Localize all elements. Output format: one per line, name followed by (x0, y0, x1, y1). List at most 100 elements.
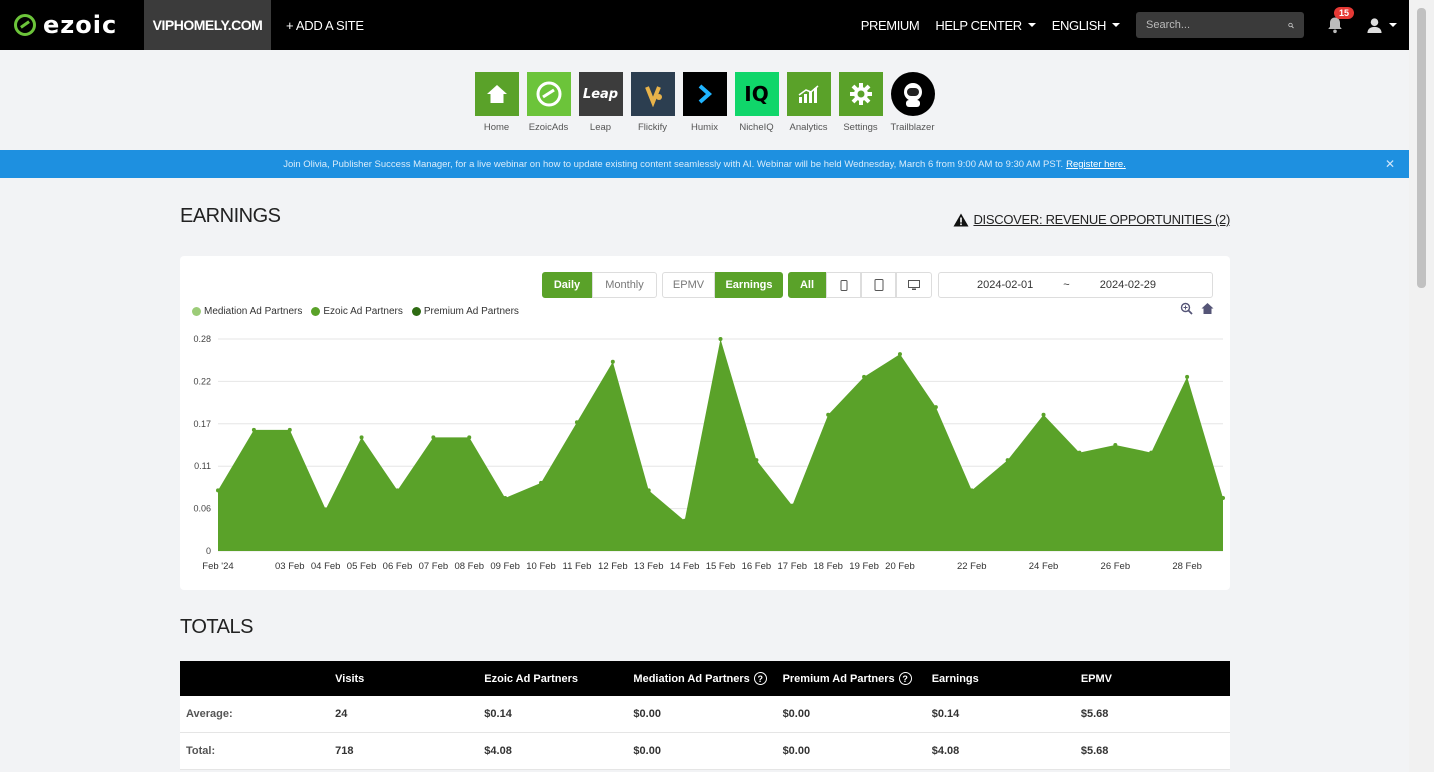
x-tick-label: 12 Feb (598, 561, 628, 572)
data-point[interactable] (718, 337, 723, 341)
app-label: Home (483, 122, 510, 133)
data-point[interactable] (251, 427, 256, 432)
app-ezoicads[interactable]: EzoicAds (526, 72, 571, 133)
date-separator: ~ (1063, 279, 1070, 291)
app-flickify[interactable]: Flickify (630, 72, 675, 133)
data-point[interactable] (610, 359, 615, 364)
data-point[interactable] (1041, 412, 1046, 417)
add-site-link[interactable]: + ADD A SITE (286, 18, 364, 33)
data-point[interactable] (1005, 458, 1010, 463)
search-input[interactable] (1146, 19, 1288, 31)
table-cell: 24 (335, 708, 348, 720)
app-leap[interactable]: Leap Leap (578, 72, 623, 133)
monthly-button[interactable]: Monthly (592, 272, 657, 298)
x-tick-label: 03 Feb (275, 561, 305, 572)
premium-link[interactable]: PREMIUM (861, 18, 920, 33)
data-point[interactable] (862, 374, 867, 379)
app-launcher: Home EzoicAds Leap Leap Flickify Humix IQ Niche… (0, 72, 1409, 133)
reset-zoom-home-icon[interactable] (1201, 302, 1214, 315)
table-cell: $0.00 (633, 745, 661, 757)
table-cell: $4.08 (484, 745, 512, 757)
all-devices-button[interactable]: All (788, 272, 826, 298)
astronaut-icon (890, 72, 935, 116)
earnings-chart-card: Daily Monthly EPMV Earnings All 2024-02-… (180, 256, 1230, 590)
data-point[interactable] (1077, 450, 1082, 455)
zoom-icon[interactable] (1180, 302, 1193, 315)
app-nicheiq[interactable]: IQ NicheIQ (734, 72, 779, 133)
app-home[interactable]: Home (474, 72, 519, 133)
home-icon (474, 72, 519, 116)
data-point[interactable] (1221, 496, 1225, 500)
y-tick-label: 0.28 (193, 334, 211, 344)
table-cell: $0.00 (633, 708, 661, 720)
flickify-icon (630, 72, 675, 116)
data-point[interactable] (897, 352, 902, 357)
app-settings[interactable]: Settings (838, 72, 883, 133)
app-humix[interactable]: Humix (682, 72, 727, 133)
legend-item[interactable]: Ezoic Ad Partners (311, 306, 403, 317)
ezoic-logo-icon (14, 14, 36, 36)
legend-item[interactable]: Premium Ad Partners (411, 306, 519, 317)
help-icon[interactable]: ? (753, 672, 767, 685)
column-header-mediation: Mediation Ad Partners? (633, 672, 782, 685)
nicheiq-icon: IQ (734, 72, 779, 116)
data-point[interactable] (287, 427, 292, 432)
data-point[interactable] (1113, 443, 1118, 447)
data-point[interactable] (969, 488, 974, 493)
data-point[interactable] (539, 480, 544, 485)
series-area-ezoic-ad-partners[interactable] (218, 339, 1223, 551)
data-point[interactable] (359, 435, 364, 440)
data-point[interactable] (395, 488, 400, 493)
legend-label: Mediation Ad Partners (204, 306, 303, 317)
page-scrollbar[interactable] (1409, 0, 1434, 772)
search-icon[interactable] (1288, 20, 1294, 31)
table-cell: $0.14 (931, 708, 960, 720)
y-tick-label: 0.17 (193, 419, 211, 429)
chevron-down-icon (1112, 23, 1120, 27)
data-point[interactable] (467, 435, 472, 440)
notifications-button[interactable]: 15 (1326, 7, 1355, 34)
close-icon[interactable]: ✕ (1385, 157, 1395, 171)
mobile-button[interactable] (826, 272, 861, 298)
user-menu[interactable] (1366, 17, 1397, 34)
app-analytics[interactable]: Analytics (786, 72, 831, 133)
discover-label: DISCOVER: REVENUE OPPORTUNITIES (2) (973, 212, 1230, 227)
data-point[interactable] (503, 496, 508, 500)
app-label: NicheIQ (739, 122, 774, 133)
language-dropdown[interactable]: ENGLISH (1052, 18, 1120, 33)
legend-item[interactable]: Mediation Ad Partners (192, 306, 302, 317)
earnings-button[interactable]: Earnings (715, 272, 783, 298)
app-trailblazer[interactable]: Trailblazer (890, 72, 935, 133)
data-point[interactable] (574, 420, 579, 425)
register-link[interactable]: Register here. (1066, 159, 1126, 170)
app-label: Flickify (637, 122, 668, 133)
data-point[interactable] (1149, 450, 1154, 455)
data-point[interactable] (826, 412, 831, 417)
help-center-dropdown[interactable]: HELP CENTER (935, 18, 1036, 33)
data-point[interactable] (682, 518, 687, 523)
app-label: Trailblazer (890, 122, 935, 133)
epmv-button[interactable]: EPMV (662, 272, 715, 298)
ezoic-logo[interactable]: ezoic (0, 0, 144, 50)
scrollbar-thumb[interactable] (1417, 8, 1426, 288)
date-range-picker[interactable]: 2024-02-01 ~ 2024-02-29 (938, 272, 1213, 298)
column-header-label: Mediation Ad Partners (633, 672, 750, 685)
tablet-button[interactable] (861, 272, 896, 298)
data-point[interactable] (790, 503, 795, 508)
data-point[interactable] (646, 488, 651, 493)
discover-revenue-link[interactable]: DISCOVER: REVENUE OPPORTUNITIES (2) (953, 212, 1230, 227)
data-point[interactable] (754, 458, 759, 463)
data-point[interactable] (431, 435, 436, 440)
data-point[interactable] (323, 507, 328, 512)
data-point[interactable] (1185, 374, 1190, 379)
app-label: Leap (589, 122, 612, 133)
table-header: Visits Ezoic Ad Partners Mediation Ad Pa… (180, 661, 1230, 696)
humix-icon (682, 72, 727, 116)
daily-button[interactable]: Daily (542, 272, 592, 298)
banner-text: Join Olivia, Publisher Success Manager, … (283, 158, 1064, 170)
site-selector[interactable]: VIPHOMELY.COM (144, 0, 271, 50)
data-point[interactable] (216, 488, 220, 493)
data-point[interactable] (933, 405, 938, 410)
desktop-button[interactable] (896, 272, 932, 298)
help-icon[interactable]: ? (898, 672, 912, 685)
